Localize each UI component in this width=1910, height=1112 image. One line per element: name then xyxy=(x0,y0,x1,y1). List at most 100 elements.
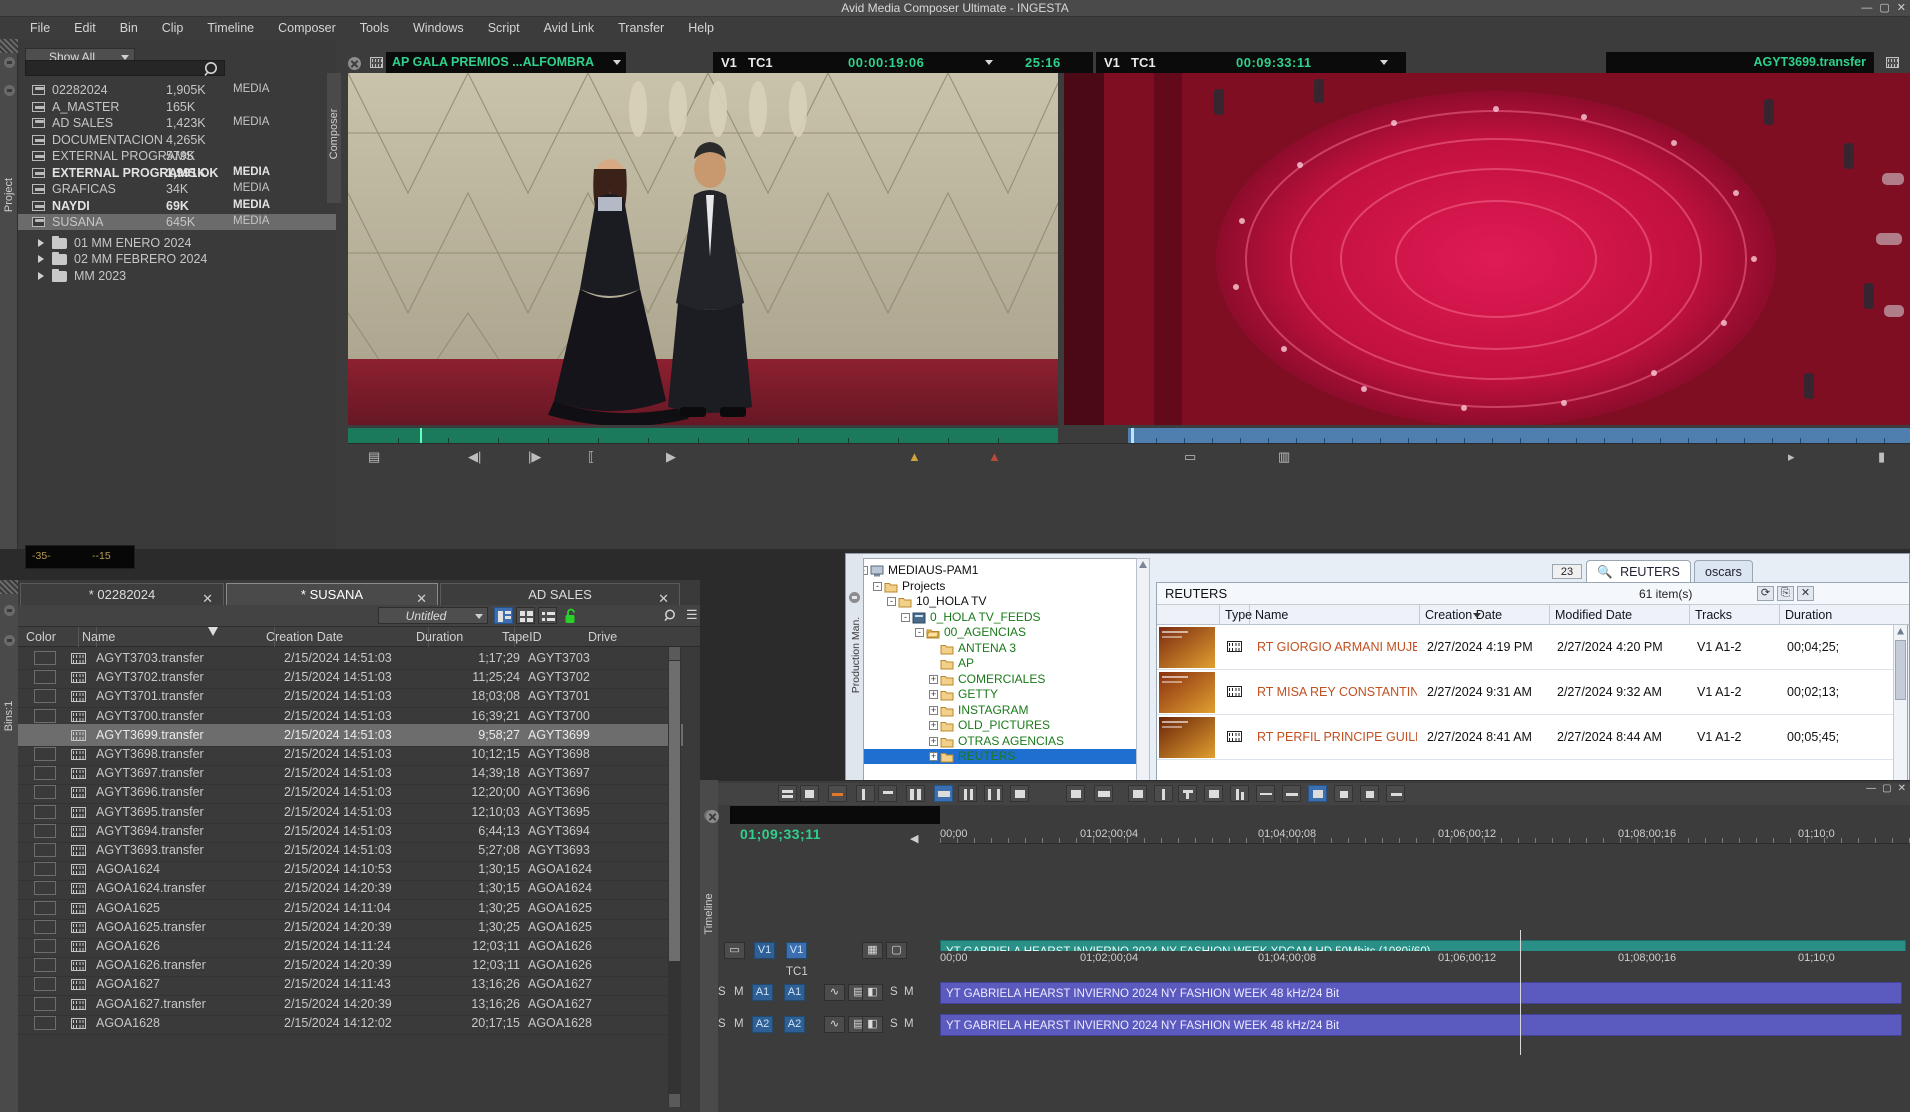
window-controls[interactable]: — ▢ ✕ xyxy=(1861,2,1906,14)
composer-close-icon[interactable] xyxy=(348,57,361,70)
audio-mix-icon[interactable] xyxy=(1230,785,1249,802)
track-select-a2[interactable]: A2 xyxy=(752,1016,773,1033)
lift-icon[interactable] xyxy=(856,785,875,802)
clip-color-swatch[interactable] xyxy=(34,843,56,857)
unlock-icon[interactable] xyxy=(564,608,578,627)
col-name[interactable]: Name xyxy=(1255,608,1288,622)
trim-mode-icon[interactable] xyxy=(958,785,977,802)
pam-tree-row[interactable]: - 10_HOLA TV xyxy=(864,594,1149,609)
tree-toggle-icon[interactable]: + xyxy=(929,674,938,684)
col-modified-date[interactable]: Modified Date xyxy=(1555,608,1632,622)
pam-asset-row[interactable]: RT GIORGIO ARMANI MUJER (2/27/2024 4:19 … xyxy=(1157,625,1893,670)
scroll-thumb[interactable] xyxy=(669,661,680,961)
timeline-track-header[interactable]: S M A1 A1 ∿ ▤ ◧ S M xyxy=(718,982,940,1004)
clip-color-swatch[interactable] xyxy=(34,881,56,896)
clip-info-icon[interactable]: ▤ xyxy=(368,449,380,465)
add-edit-icon[interactable] xyxy=(1154,785,1173,802)
bin-tab-ad-sales[interactable]: AD SALES ✕ xyxy=(440,583,680,606)
close-icon[interactable]: ✕ xyxy=(1897,2,1906,14)
chevron-right-icon[interactable] xyxy=(38,271,44,280)
project-bin-row[interactable]: SUSANA 645K MEDIA xyxy=(18,214,336,230)
chevron-right-icon[interactable] xyxy=(38,255,44,263)
track-enable-a1[interactable]: A1 xyxy=(784,984,805,1001)
project-bin-row[interactable]: GRAFICAS 34K MEDIA xyxy=(18,181,336,197)
source-position-indicator[interactable] xyxy=(420,428,422,443)
clip-color-swatch[interactable] xyxy=(34,766,56,781)
track-select-v1[interactable]: V1 xyxy=(754,942,775,959)
timeline-track-header[interactable]: TC1 xyxy=(718,962,940,984)
menu-item-edit[interactable]: Edit xyxy=(62,17,108,39)
sequence-map-icon[interactable] xyxy=(778,785,797,802)
menu-item-clip[interactable]: Clip xyxy=(150,17,196,39)
bin-tab-susana[interactable]: * SUSANA ✕ xyxy=(226,583,438,606)
track-sync-icon[interactable]: ▢ xyxy=(886,942,907,959)
scroll-up-icon[interactable] xyxy=(669,647,680,660)
project-folder-row[interactable]: 01 MM ENERO 2024 xyxy=(18,235,336,251)
pam-tree-row[interactable]: - 00_AGENCIAS xyxy=(864,625,1149,640)
no-entry-icon[interactable] xyxy=(1256,785,1275,802)
mark-in-point-icon[interactable]: ▲ xyxy=(908,449,921,464)
step-forward-icon[interactable]: |▶ xyxy=(528,449,541,465)
pam-tree-row[interactable]: + GETTY xyxy=(864,687,1149,702)
more-options-icon[interactable] xyxy=(1386,785,1405,802)
timeline-tc-field[interactable] xyxy=(730,806,940,824)
clip-color-swatch[interactable] xyxy=(34,804,56,819)
color-correction-icon[interactable] xyxy=(1204,785,1223,802)
maximize-icon[interactable]: ▢ xyxy=(1882,783,1891,794)
effect-mode-icon[interactable] xyxy=(1066,785,1085,802)
timeline-track-header[interactable]: ▭ V1 V1 ▦ ▢ xyxy=(718,940,940,962)
timeline-window-close-icon[interactable] xyxy=(706,810,719,823)
record-position-indicator[interactable] xyxy=(1131,428,1134,443)
menu-item-tools[interactable]: Tools xyxy=(348,17,401,39)
clip-color-swatch[interactable] xyxy=(34,823,56,838)
waveform-icon[interactable] xyxy=(1282,785,1301,802)
focus-icon[interactable] xyxy=(1360,785,1379,802)
bin-menu-icon[interactable]: ☰ xyxy=(686,608,698,621)
project-search-input[interactable] xyxy=(25,60,225,76)
waveform-icon[interactable]: ∿ xyxy=(824,984,845,1001)
solo-label[interactable]: S xyxy=(718,986,726,998)
clip-color-swatch[interactable] xyxy=(34,939,56,953)
pam-tree-scrollbar[interactable] xyxy=(1136,558,1150,791)
timeline-clip-a1[interactable]: YT GABRIELA HEARST INVIERNO 2024 NY FASH… xyxy=(940,982,1902,1004)
project-folder-row[interactable]: 02 MM FEBRERO 2024 xyxy=(18,251,336,267)
col-tapeid[interactable]: TapeID xyxy=(502,630,542,644)
tree-toggle-icon[interactable]: + xyxy=(929,721,938,730)
mark-in-icon[interactable]: ⟦ xyxy=(588,449,594,465)
segment-mode-icon[interactable] xyxy=(934,785,953,802)
text-view-icon[interactable] xyxy=(494,607,513,624)
menu-item-bin[interactable]: Bin xyxy=(108,17,150,39)
bin-tab-02282024[interactable]: * 02282024 ✕ xyxy=(20,583,224,606)
extract-icon[interactable] xyxy=(878,785,897,802)
clip-color-swatch[interactable] xyxy=(34,689,56,704)
overwrite-icon[interactable] xyxy=(1010,785,1029,802)
menu-item-file[interactable]: File xyxy=(18,17,62,39)
menu-item-help[interactable]: Help xyxy=(676,17,726,39)
source-timecode-box[interactable]: V1 TC1 00:00:19:06 xyxy=(713,52,1013,73)
col-type[interactable]: Type xyxy=(1225,608,1252,622)
timeline-track-header[interactable]: S M A2 A2 ∿ ▤ ◧ S M xyxy=(718,1014,940,1036)
pam-list-scrollbar[interactable] xyxy=(1893,625,1907,791)
col-duration[interactable]: Duration xyxy=(416,630,463,644)
record-timecode-box[interactable]: V1 TC1 00:09:33:11 xyxy=(1096,52,1406,73)
refresh-icon[interactable]: ⟳ xyxy=(1757,586,1774,601)
search-icon[interactable] xyxy=(202,60,222,78)
project-bin-row[interactable]: DOCUMENTACION 4,265K xyxy=(18,132,336,148)
tree-toggle-icon[interactable]: - xyxy=(887,597,896,606)
source-monitor[interactable] xyxy=(348,73,1058,425)
project-bin-row[interactable]: NAYDI 69K MEDIA xyxy=(18,198,336,214)
pam-folder-tree[interactable]: -MEDIAUS-PAM1-Projects-10_HOLA TV-0_HOLA… xyxy=(863,558,1150,791)
tree-toggle-icon[interactable]: + xyxy=(929,690,938,699)
timeline-ruler-top[interactable]: 00;00 01;02;00;04 01;04;00;08 01;06;00;12 01… xyxy=(940,824,1910,844)
scroll-up-icon[interactable] xyxy=(1137,559,1149,571)
step-back-icon[interactable]: ◀| xyxy=(468,449,481,465)
solo-label-right[interactable]: S xyxy=(890,986,898,998)
video-quality-icon[interactable] xyxy=(1094,785,1113,802)
menu-item-transfer[interactable]: Transfer xyxy=(606,17,676,39)
clip-color-swatch[interactable] xyxy=(34,747,56,761)
col-creation-date[interactable]: Creation Date xyxy=(266,630,343,644)
pam-side-strip[interactable]: Production Man. xyxy=(846,554,863,797)
audio-pan-icon[interactable]: ◧ xyxy=(862,1016,883,1033)
project-bin-row[interactable]: EXTERNAL PROGRAMS 579K xyxy=(18,148,336,164)
minimize-icon[interactable]: — xyxy=(1866,783,1876,794)
